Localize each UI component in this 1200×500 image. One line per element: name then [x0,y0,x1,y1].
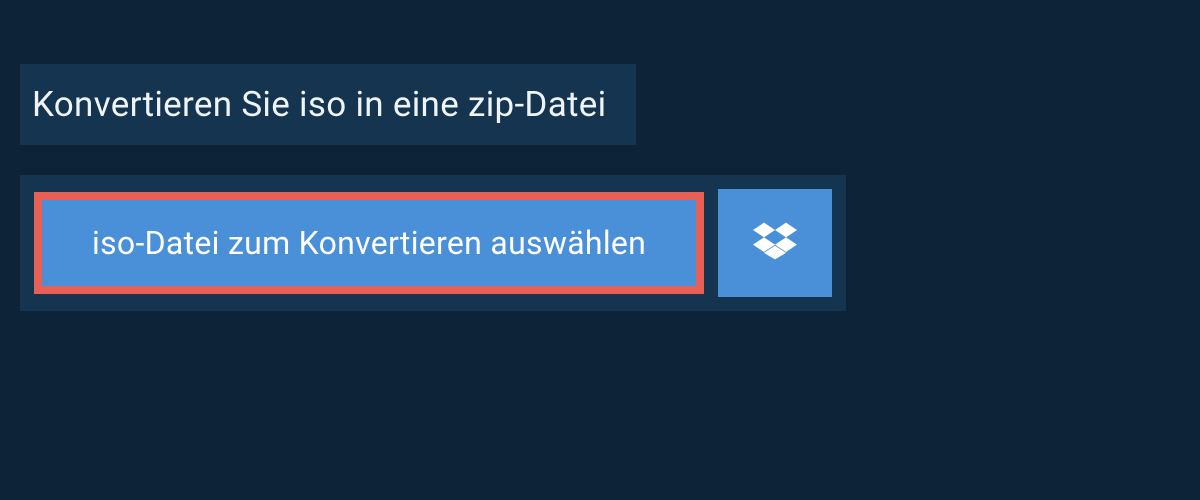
dropbox-icon [753,219,797,267]
upload-panel: iso-Datei zum Konvertieren auswählen [20,175,846,311]
title-block: Konvertieren Sie iso in eine zip-Datei [20,64,636,145]
converter-widget: Konvertieren Sie iso in eine zip-Datei i… [0,0,1200,311]
dropbox-button[interactable] [718,189,832,297]
select-file-label: iso-Datei zum Konvertieren auswählen [92,224,646,262]
select-file-button[interactable]: iso-Datei zum Konvertieren auswählen [34,192,704,294]
page-title: Konvertieren Sie iso in eine zip-Datei [32,84,606,125]
